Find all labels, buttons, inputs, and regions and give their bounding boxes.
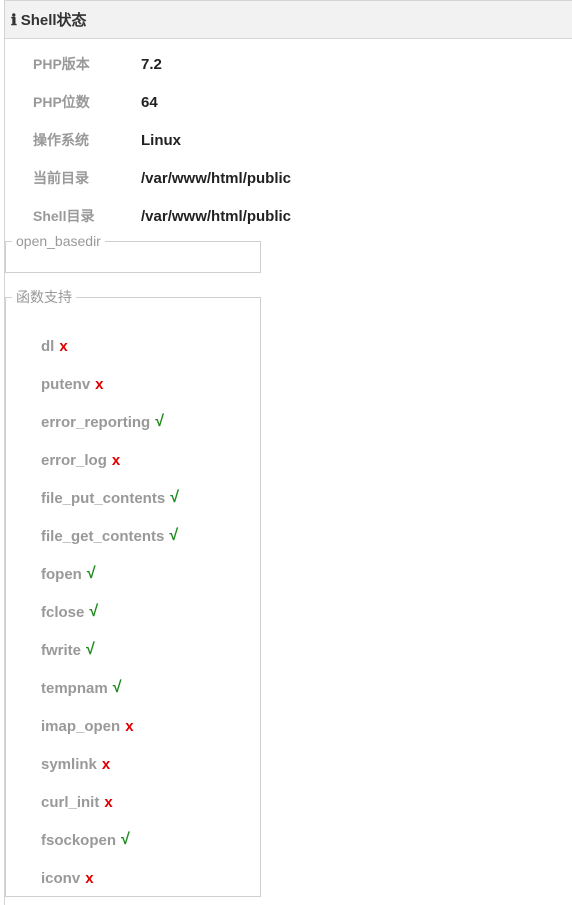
function-item-imap-open: imap_open x xyxy=(41,707,179,745)
function-name: curl_init xyxy=(41,793,100,811)
cross-mark-icon: x xyxy=(111,451,121,469)
function-item-putenv: putenv x xyxy=(41,365,179,403)
function-item-fwrite: fwrite √ xyxy=(41,631,179,669)
info-icon: ℹ xyxy=(11,10,17,29)
panel-title: Shell状态 xyxy=(20,12,87,29)
function-name: fsockopen xyxy=(41,831,117,849)
info-row-os: 操作系统 Linux xyxy=(33,121,572,159)
check-mark-icon: √ xyxy=(121,831,130,848)
info-row-shell-dir: Shell目录 /var/www/html/public xyxy=(33,197,572,235)
shell-status-panel: ℹ Shell状态 PHP版本 7.2 PHP位数 64 操作系统 Linux … xyxy=(4,0,572,905)
info-value: /var/www/html/public xyxy=(141,207,292,225)
info-label: PHP版本 xyxy=(33,56,90,72)
info-value: 64 xyxy=(141,93,158,111)
function-name: putenv xyxy=(41,375,91,393)
info-value: Linux xyxy=(141,131,181,149)
function-item-error-reporting: error_reporting √ xyxy=(41,403,179,441)
check-mark-icon: √ xyxy=(86,641,95,658)
function-item-iconv: iconv x xyxy=(41,859,179,897)
function-support-legend: 函数支持 xyxy=(16,289,72,305)
cross-mark-icon: x xyxy=(101,755,111,773)
cross-mark-icon: x xyxy=(85,869,94,887)
function-item-symlink: symlink x xyxy=(41,745,179,783)
function-item-error-log: error_log x xyxy=(41,441,179,479)
check-mark-icon: √ xyxy=(169,527,179,544)
function-item-fclose: fclose √ xyxy=(41,593,179,631)
function-name: fclose xyxy=(41,603,85,621)
open-basedir-fieldset: open_basedir xyxy=(5,233,261,273)
function-name: file_get_contents xyxy=(41,527,165,545)
cross-mark-icon: x xyxy=(95,375,104,393)
function-name: tempnam xyxy=(41,679,108,697)
function-item-file-put-contents: file_put_contents √ xyxy=(41,479,179,517)
function-name: dl xyxy=(41,337,55,355)
function-item-file-get-contents: file_get_contents √ xyxy=(41,517,179,555)
function-name: error_log xyxy=(41,451,107,469)
info-row-php-version: PHP版本 7.2 xyxy=(33,45,572,83)
info-value: 7.2 xyxy=(141,55,162,73)
function-name: imap_open xyxy=(41,717,121,735)
check-mark-icon: √ xyxy=(89,603,99,620)
function-name: iconv xyxy=(41,869,81,887)
function-item-curl-init: curl_init x xyxy=(41,783,179,821)
function-support-fieldset: 函数支持 dl x putenv x error_reporting √ error_log… xyxy=(5,287,261,897)
function-item-tempnam: tempnam √ xyxy=(41,669,179,707)
function-list: dl x putenv x error_reporting √ error_log x file… xyxy=(41,327,179,897)
info-row-current-dir: 当前目录 /var/www/html/public xyxy=(33,159,572,197)
check-mark-icon: √ xyxy=(86,565,96,582)
check-mark-icon: √ xyxy=(155,413,164,430)
info-label: PHP位数 xyxy=(33,94,90,110)
check-mark-icon: √ xyxy=(112,679,122,696)
function-name: fwrite xyxy=(41,641,82,659)
info-label: Shell目录 xyxy=(33,208,95,224)
function-name: fopen xyxy=(41,565,82,583)
cross-mark-icon: x xyxy=(59,337,68,355)
function-item-dl: dl x xyxy=(41,327,179,365)
info-table: PHP版本 7.2 PHP位数 64 操作系统 Linux 当前目录 /var/… xyxy=(33,45,572,235)
check-mark-icon: √ xyxy=(170,489,179,506)
open-basedir-legend: open_basedir xyxy=(16,233,101,249)
cross-mark-icon: x xyxy=(104,793,113,811)
function-name: symlink xyxy=(41,755,97,773)
cross-mark-icon: x xyxy=(125,717,134,735)
function-item-fopen: fopen √ xyxy=(41,555,179,593)
info-label: 操作系统 xyxy=(33,132,89,148)
function-name: error_reporting xyxy=(41,413,151,431)
function-item-fsockopen: fsockopen √ xyxy=(41,821,179,859)
info-label: 当前目录 xyxy=(33,170,89,186)
info-row-php-bits: PHP位数 64 xyxy=(33,83,572,121)
info-value: /var/www/html/public xyxy=(141,169,292,187)
function-name: file_put_contents xyxy=(41,489,166,507)
panel-header: ℹ Shell状态 xyxy=(5,1,572,39)
